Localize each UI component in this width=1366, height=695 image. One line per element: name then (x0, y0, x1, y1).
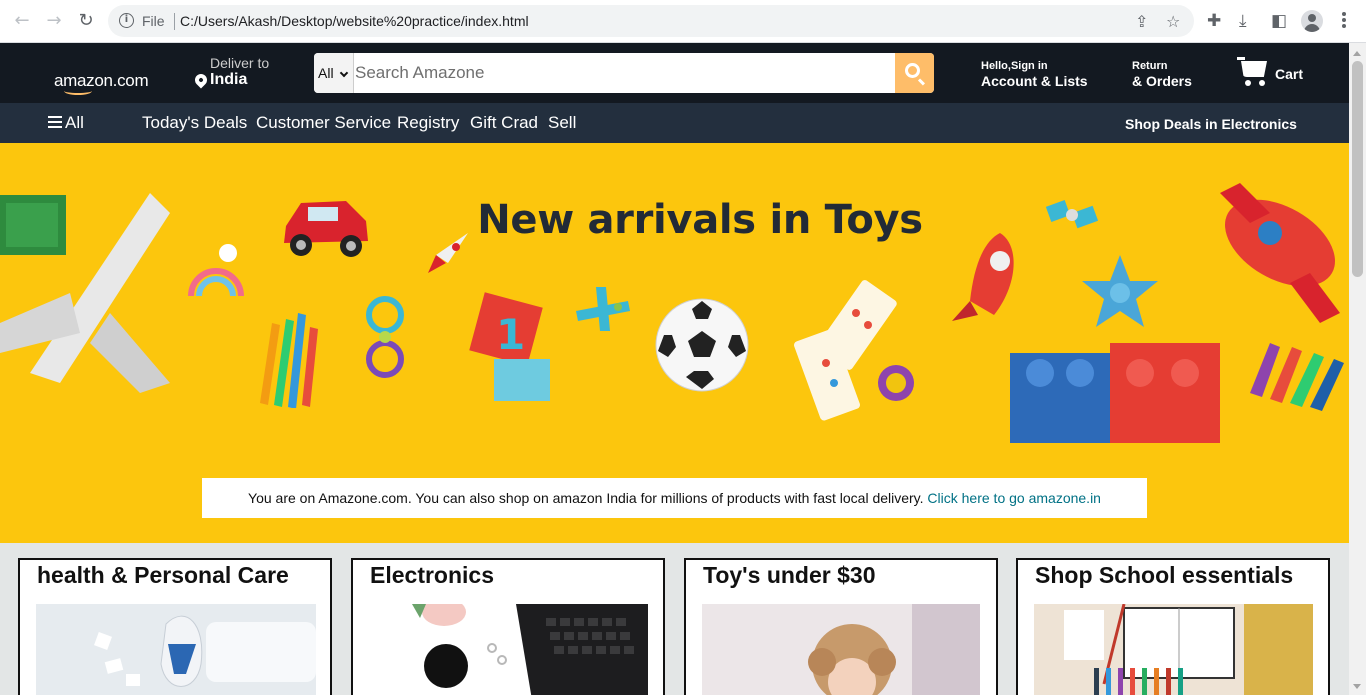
card-title: Shop School essentials (1035, 562, 1294, 588)
extensions-icon[interactable]: ✚ (1207, 11, 1221, 31)
address-bar[interactable]: i File C:/Users/Akash/Desktop/website%20… (108, 5, 1194, 37)
amazon-navbar: amazon.com Deliver to India All Hello,Si… (0, 43, 1349, 103)
reload-icon[interactable]: ↻ (75, 10, 97, 32)
url-text[interactable]: C:/Users/Akash/Desktop/website%20practic… (180, 13, 529, 29)
region-notice-link[interactable]: Click here to go amazone.in (927, 490, 1101, 506)
page-scrollbar[interactable] (1349, 43, 1366, 695)
nav-link-customer-service[interactable]: Customer Service (256, 113, 391, 133)
page-viewport: amazon.com Deliver to India All Hello,Si… (0, 43, 1349, 695)
cart-icon-wheel (1259, 80, 1265, 86)
category-card[interactable]: Shop School essentials (1016, 558, 1330, 695)
account-lists-label: Account & Lists (981, 73, 1088, 89)
back-icon[interactable]: ← (11, 10, 33, 32)
nav-link-registry[interactable]: Registry (397, 113, 459, 133)
share-icon[interactable]: ⇪ (1135, 12, 1148, 31)
toy-pencils-illustration (260, 313, 318, 408)
profile-avatar-icon[interactable] (1301, 10, 1323, 32)
cart-label: Cart (1275, 66, 1304, 82)
search-button[interactable] (895, 53, 934, 93)
nav-link-gift-card[interactable]: Gift Crad (470, 113, 538, 133)
deliver-label: Deliver to (210, 55, 270, 71)
cart-button[interactable]: Cart (1237, 56, 1327, 92)
nav-link-electronics-deals[interactable]: Shop Deals in Electronics (1125, 116, 1297, 132)
bookmark-star-icon[interactable]: ☆ (1166, 12, 1180, 31)
all-menu-label: All (65, 113, 84, 132)
account-greeting: Hello,Sign in (981, 60, 1048, 72)
chevron-down-icon (339, 68, 349, 78)
card-title: Electronics (370, 562, 494, 588)
search-category-select[interactable]: All (314, 53, 354, 93)
scrollbar-thumb[interactable] (1352, 61, 1363, 277)
toy-red-rocket-illustration (952, 233, 1014, 321)
toy-soccer-ball-illustration (655, 298, 749, 392)
scroll-down-arrow-icon[interactable] (1353, 684, 1361, 689)
svg-text:1: 1 (496, 310, 525, 359)
card-image-health[interactable] (36, 604, 316, 695)
search-input[interactable] (355, 53, 895, 93)
info-icon[interactable]: i (119, 13, 134, 28)
location-pin-icon (192, 71, 210, 89)
cart-icon-handle (1237, 57, 1245, 60)
toy-plane-small-illustration (576, 287, 630, 331)
amazon-logo-smile (64, 87, 92, 95)
scroll-up-arrow-icon[interactable] (1353, 51, 1361, 56)
browser-menu-icon[interactable] (1336, 11, 1352, 31)
address-separator (174, 13, 175, 30)
side-panel-icon[interactable]: ◧ (1271, 11, 1287, 31)
browser-toolbar: ← → ↻ i File C:/Users/Akash/Desktop/webs… (0, 0, 1366, 43)
returns-label: Return (1132, 60, 1168, 72)
hero-banner[interactable]: 1 New arrivals in Toys You are on Amazon… (0, 143, 1349, 543)
search-icon-handle (917, 78, 926, 86)
search-icon (905, 63, 920, 78)
category-card[interactable]: health & Personal Care (18, 558, 332, 695)
hamburger-icon (48, 116, 62, 128)
region-notice-text: You are on Amazone.com. You can also sho… (248, 490, 924, 506)
forward-icon[interactable]: → (43, 10, 65, 32)
account-menu[interactable]: Hello,Sign in Account & Lists (981, 60, 1088, 89)
returns-orders[interactable]: Return & Orders (1132, 60, 1192, 89)
toy-dominoes-illustration (794, 280, 914, 421)
search-bar: All (314, 53, 934, 93)
toy-rainbow-illustration (188, 244, 244, 297)
hero-title: New arrivals in Toys (477, 197, 923, 243)
toy-star-illustration (1082, 255, 1158, 327)
orders-label: & Orders (1132, 73, 1192, 89)
download-icon[interactable]: ⤓ (1239, 11, 1247, 31)
deliver-location: India (210, 71, 248, 88)
card-image-electronics[interactable] (406, 604, 648, 695)
scheme-label: File (142, 13, 165, 29)
category-card[interactable]: Electronics (351, 558, 665, 695)
card-image-school[interactable] (1034, 604, 1313, 695)
region-notice: You are on Amazone.com. You can also sho… (202, 478, 1147, 518)
secondary-nav: All Today's Deals Customer Service Regis… (0, 103, 1349, 143)
nav-link-todays-deals[interactable]: Today's Deals (142, 113, 247, 133)
nav-link-sell[interactable]: Sell (548, 113, 576, 133)
category-card[interactable]: Toy's under $30 (684, 558, 998, 695)
toy-red-plane-illustration (1220, 183, 1340, 323)
card-image-toys[interactable] (702, 604, 980, 695)
toy-building-blocks-illustration (1010, 343, 1344, 443)
toy-connector-illustration (366, 296, 404, 378)
cart-icon (1241, 61, 1267, 77)
card-title: Toy's under $30 (703, 562, 876, 588)
cart-icon-wheel (1245, 80, 1251, 86)
search-category-value: All (318, 65, 334, 81)
card-title: health & Personal Care (37, 562, 289, 588)
toy-blocks-illustration: 1 (469, 292, 550, 401)
